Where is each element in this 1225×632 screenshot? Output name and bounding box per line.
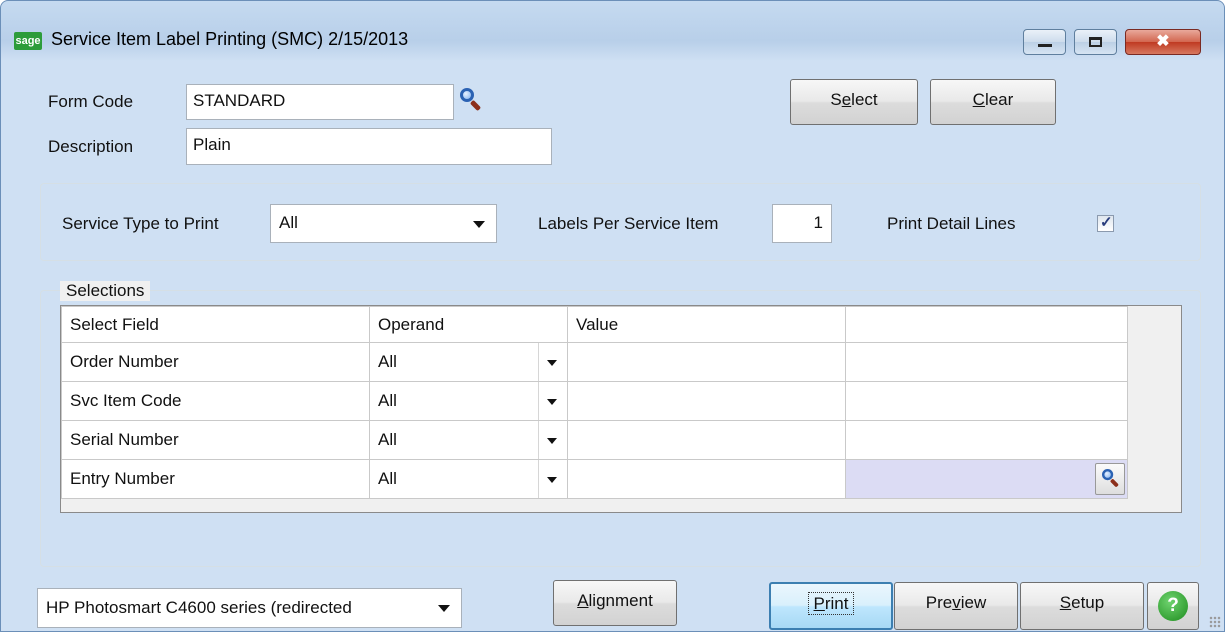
operand-cell[interactable]: All bbox=[369, 342, 568, 382]
operand-dropdown-button[interactable] bbox=[538, 343, 567, 381]
select-field-cell: Svc Item Code bbox=[61, 381, 370, 421]
maximize-button[interactable] bbox=[1074, 29, 1117, 55]
printer-combo[interactable]: HP Photosmart C4600 series (redirected bbox=[37, 588, 462, 628]
table-row[interactable]: Serial Number All bbox=[61, 420, 1128, 460]
print-detail-lines-label: Print Detail Lines bbox=[887, 214, 1016, 233]
table-row[interactable]: Entry Number All bbox=[61, 459, 1128, 499]
description-label: Description bbox=[48, 137, 134, 156]
labels-per-item-label: Labels Per Service Item bbox=[538, 214, 719, 233]
help-icon: ? bbox=[1158, 591, 1188, 621]
magnifier-icon bbox=[1102, 469, 1119, 488]
service-type-value: All bbox=[279, 213, 298, 232]
print-detail-lines-checkbox[interactable]: ✓ bbox=[1097, 214, 1114, 232]
operand-cell[interactable]: All bbox=[369, 381, 568, 421]
select-field-cell: Serial Number bbox=[61, 420, 370, 460]
value-cell[interactable] bbox=[567, 381, 846, 421]
lookup-button[interactable] bbox=[1095, 463, 1125, 495]
chevron-down-icon bbox=[547, 399, 557, 405]
select-field-cell: Entry Number bbox=[61, 459, 370, 499]
close-button[interactable]: ✖ bbox=[1125, 29, 1201, 55]
description-field[interactable]: Plain bbox=[186, 128, 552, 165]
value2-cell[interactable] bbox=[845, 381, 1128, 421]
select-button[interactable]: Select bbox=[790, 79, 918, 125]
labels-per-item-field[interactable]: 1 bbox=[772, 204, 832, 243]
operand-dropdown-button[interactable] bbox=[538, 421, 567, 459]
title-bar[interactable]: sage Service Item Label Printing (SMC) 2… bbox=[1, 1, 1224, 55]
form-code-label: Form Code bbox=[48, 92, 134, 111]
clear-button[interactable]: Clear bbox=[930, 79, 1056, 125]
help-button[interactable]: ? bbox=[1147, 582, 1199, 630]
chevron-down-icon bbox=[438, 605, 450, 612]
print-button[interactable]: Print bbox=[769, 582, 893, 630]
value-cell[interactable] bbox=[567, 342, 846, 382]
check-icon: ✓ bbox=[1100, 214, 1113, 231]
table-row[interactable]: Order Number All bbox=[61, 342, 1128, 382]
operand-dropdown-button[interactable] bbox=[538, 382, 567, 420]
setup-button[interactable]: Setup bbox=[1020, 582, 1144, 630]
printer-selected-value: HP Photosmart C4600 series (redirected bbox=[46, 598, 352, 617]
column-header-select-field[interactable]: Select Field bbox=[61, 306, 370, 343]
selections-grid: Select Field Operand Value Order Number … bbox=[61, 306, 1128, 499]
value2-cell[interactable] bbox=[845, 459, 1128, 499]
close-icon: ✖ bbox=[1156, 33, 1170, 50]
preview-button[interactable]: Preview bbox=[894, 582, 1018, 630]
service-type-combo[interactable]: All bbox=[270, 204, 497, 243]
operand-cell[interactable]: All bbox=[369, 459, 568, 499]
alignment-button[interactable]: Alignment bbox=[553, 580, 677, 626]
resize-grip-icon[interactable] bbox=[1209, 616, 1221, 628]
selections-group-label: Selections bbox=[60, 281, 151, 301]
service-type-label: Service Type to Print bbox=[62, 214, 219, 233]
value-cell[interactable] bbox=[567, 459, 846, 499]
form-code-lookup-icon[interactable] bbox=[460, 88, 484, 112]
chevron-down-icon bbox=[473, 221, 485, 228]
form-code-field[interactable]: STANDARD bbox=[186, 84, 454, 120]
maximize-icon bbox=[1089, 37, 1102, 47]
operand-dropdown-button[interactable] bbox=[538, 460, 567, 498]
minimize-button[interactable] bbox=[1023, 29, 1066, 55]
select-field-cell: Order Number bbox=[61, 342, 370, 382]
value-cell[interactable] bbox=[567, 420, 846, 460]
minimize-icon bbox=[1038, 44, 1052, 47]
value2-cell[interactable] bbox=[845, 342, 1128, 382]
operand-cell[interactable]: All bbox=[369, 420, 568, 460]
column-header-operand[interactable]: Operand bbox=[369, 306, 568, 343]
window-title: Service Item Label Printing (SMC) 2/15/2… bbox=[51, 29, 409, 49]
column-header-value2[interactable] bbox=[845, 306, 1128, 343]
chevron-down-icon bbox=[547, 360, 557, 366]
chevron-down-icon bbox=[547, 477, 557, 483]
chevron-down-icon bbox=[547, 438, 557, 444]
table-row[interactable]: Svc Item Code All bbox=[61, 381, 1128, 421]
value2-cell[interactable] bbox=[845, 420, 1128, 460]
column-header-value[interactable]: Value bbox=[567, 306, 846, 343]
sage-app-icon: sage bbox=[14, 32, 42, 50]
